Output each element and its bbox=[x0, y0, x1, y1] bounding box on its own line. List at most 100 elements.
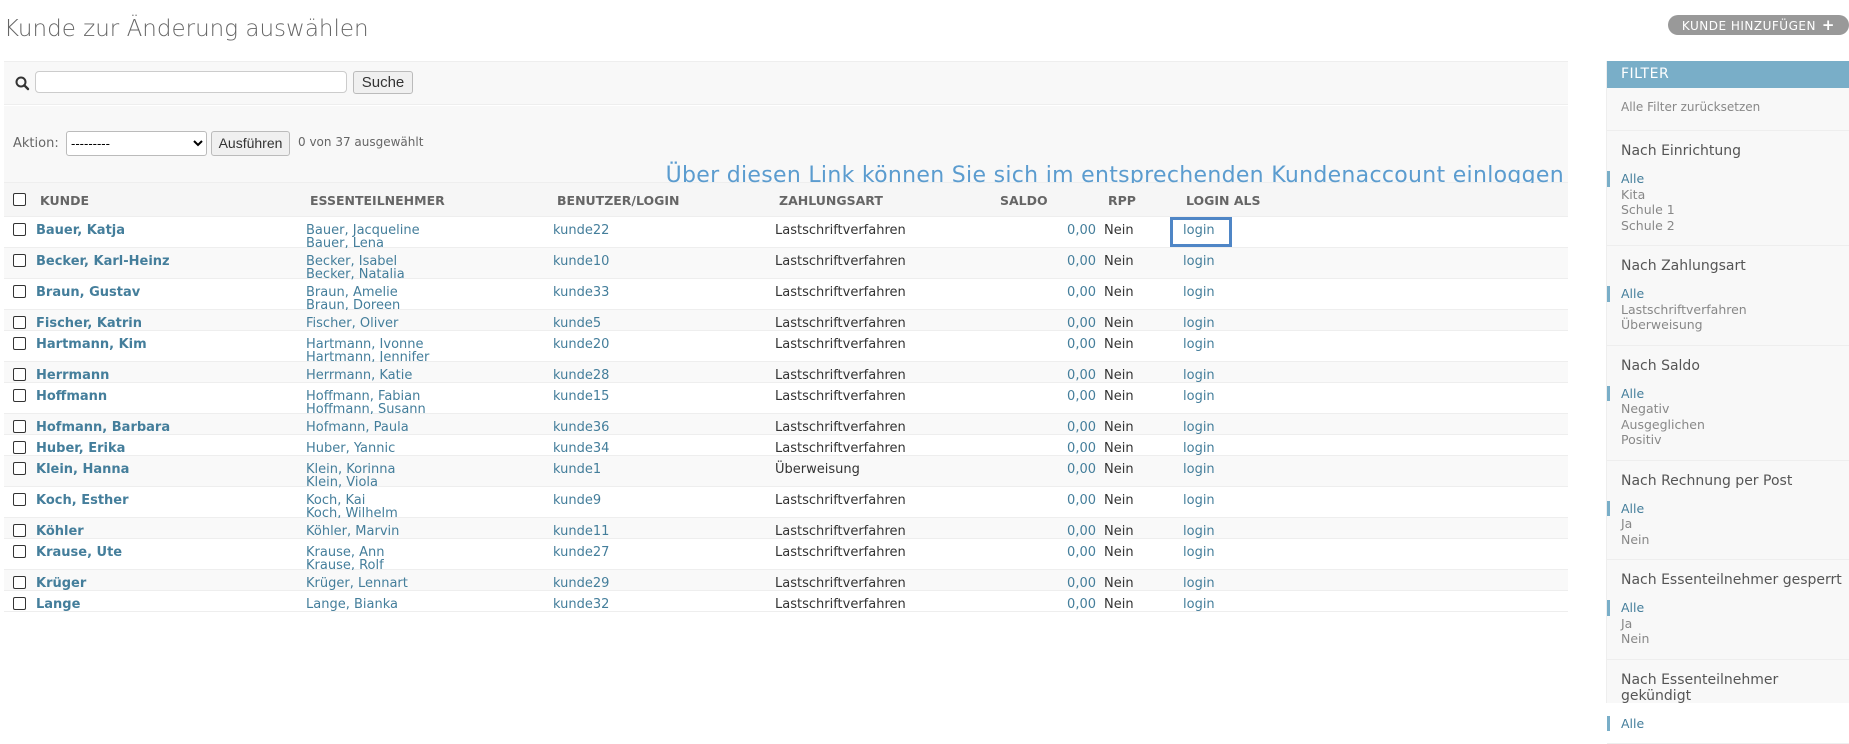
saldo-link[interactable]: 0,00 bbox=[1044, 494, 1096, 507]
saldo-link[interactable]: 0,00 bbox=[1044, 546, 1096, 559]
kunde-link[interactable]: Lange bbox=[36, 598, 80, 611]
saldo-link[interactable]: 0,00 bbox=[1044, 286, 1096, 299]
login-als-link[interactable]: login bbox=[1183, 338, 1215, 351]
row-checkbox[interactable] bbox=[13, 545, 26, 558]
benutzer-link[interactable]: kunde5 bbox=[553, 317, 601, 330]
kunde-link[interactable]: Becker, Karl-Heinz bbox=[36, 255, 170, 268]
kunde-link[interactable]: Huber, Erika bbox=[36, 442, 125, 455]
benutzer-link[interactable]: kunde22 bbox=[553, 224, 609, 237]
filter-option[interactable]: Nein bbox=[1607, 631, 1849, 647]
filter-option[interactable]: Alle bbox=[1607, 386, 1849, 402]
row-checkbox[interactable] bbox=[13, 493, 26, 506]
essenteilnehmer-link[interactable]: Krüger, Lennart bbox=[306, 577, 408, 590]
reset-filters-link[interactable]: Alle Filter zurücksetzen bbox=[1607, 88, 1849, 131]
kunde-link[interactable]: Köhler bbox=[36, 525, 84, 538]
benutzer-link[interactable]: kunde11 bbox=[553, 525, 609, 538]
benutzer-link[interactable]: kunde1 bbox=[553, 463, 601, 476]
kunde-link[interactable]: Hoffmann bbox=[36, 390, 107, 403]
filter-option[interactable]: Alle bbox=[1607, 286, 1849, 302]
filter-option[interactable]: Alle bbox=[1607, 501, 1849, 517]
login-als-link[interactable]: login bbox=[1183, 525, 1215, 538]
header-rpp[interactable]: RPP bbox=[1108, 193, 1136, 208]
saldo-link[interactable]: 0,00 bbox=[1044, 390, 1096, 403]
login-als-link[interactable]: login bbox=[1183, 421, 1215, 434]
saldo-link[interactable]: 0,00 bbox=[1044, 442, 1096, 455]
essenteilnehmer-link[interactable]: Köhler, Marvin bbox=[306, 525, 399, 538]
filter-option[interactable]: Schule 1 bbox=[1607, 202, 1849, 218]
kunde-link[interactable]: Krause, Ute bbox=[36, 546, 122, 559]
kunde-link[interactable]: Koch, Esther bbox=[36, 494, 129, 507]
essenteilnehmer-link[interactable]: Hofmann, Paula bbox=[306, 421, 409, 434]
select-all-checkbox[interactable] bbox=[13, 193, 26, 206]
filter-option[interactable]: Nein bbox=[1607, 532, 1849, 548]
action-select[interactable]: --------- bbox=[66, 131, 207, 156]
row-checkbox[interactable] bbox=[13, 316, 26, 329]
kunde-link[interactable]: Krüger bbox=[36, 577, 86, 590]
header-kunde[interactable]: KUNDE bbox=[40, 193, 89, 208]
login-als-link[interactable]: login bbox=[1183, 369, 1215, 382]
kunde-link[interactable]: Braun, Gustav bbox=[36, 286, 140, 299]
kunde-link[interactable]: Herrmann bbox=[36, 369, 109, 382]
search-button[interactable]: Suche bbox=[353, 71, 413, 94]
saldo-link[interactable]: 0,00 bbox=[1044, 338, 1096, 351]
filter-option[interactable]: Positiv bbox=[1607, 432, 1849, 448]
filter-option[interactable]: Alle bbox=[1607, 171, 1849, 187]
saldo-link[interactable]: 0,00 bbox=[1044, 421, 1096, 434]
benutzer-link[interactable]: kunde29 bbox=[553, 577, 609, 590]
saldo-link[interactable]: 0,00 bbox=[1044, 255, 1096, 268]
essenteilnehmer-link[interactable]: Lange, Bianka bbox=[306, 598, 398, 611]
benutzer-link[interactable]: kunde34 bbox=[553, 442, 609, 455]
login-als-link[interactable]: login bbox=[1183, 577, 1215, 590]
kunde-link[interactable]: Klein, Hanna bbox=[36, 463, 129, 476]
kunde-link[interactable]: Hofmann, Barbara bbox=[36, 421, 170, 434]
row-checkbox[interactable] bbox=[13, 368, 26, 381]
login-als-link[interactable]: login bbox=[1183, 255, 1215, 268]
add-customer-button[interactable]: KUNDE HINZUFÜGEN+ bbox=[1668, 15, 1849, 35]
login-als-link[interactable]: login bbox=[1183, 598, 1215, 611]
row-checkbox[interactable] bbox=[13, 576, 26, 589]
login-als-link[interactable]: login bbox=[1183, 390, 1215, 403]
row-checkbox[interactable] bbox=[13, 285, 26, 298]
filter-option[interactable]: Schule 2 bbox=[1607, 218, 1849, 234]
run-action-button[interactable]: Ausführen bbox=[211, 131, 290, 156]
filter-option[interactable]: Kita bbox=[1607, 187, 1849, 203]
header-essenteilnehmer[interactable]: ESSENTEILNEHMER bbox=[310, 193, 445, 208]
row-checkbox[interactable] bbox=[13, 420, 26, 433]
filter-option[interactable]: Ja bbox=[1607, 616, 1849, 632]
row-checkbox[interactable] bbox=[13, 389, 26, 402]
login-als-link[interactable]: login bbox=[1183, 317, 1215, 330]
header-login[interactable]: BENUTZER/LOGIN bbox=[557, 193, 680, 208]
row-checkbox[interactable] bbox=[13, 462, 26, 475]
filter-option[interactable]: Ausgeglichen bbox=[1607, 417, 1849, 433]
benutzer-link[interactable]: kunde28 bbox=[553, 369, 609, 382]
login-als-link[interactable]: login bbox=[1183, 442, 1215, 455]
benutzer-link[interactable]: kunde20 bbox=[553, 338, 609, 351]
saldo-link[interactable]: 0,00 bbox=[1044, 317, 1096, 330]
saldo-link[interactable]: 0,00 bbox=[1044, 463, 1096, 476]
filter-option[interactable]: Ja bbox=[1607, 516, 1849, 532]
login-als-link[interactable]: login bbox=[1183, 463, 1215, 476]
saldo-link[interactable]: 0,00 bbox=[1044, 577, 1096, 590]
essenteilnehmer-link[interactable]: Herrmann, Katie bbox=[306, 369, 412, 382]
row-checkbox[interactable] bbox=[13, 441, 26, 454]
benutzer-link[interactable]: kunde15 bbox=[553, 390, 609, 403]
row-checkbox[interactable] bbox=[13, 254, 26, 267]
filter-option[interactable]: Negativ bbox=[1607, 401, 1849, 417]
login-als-link[interactable]: login bbox=[1183, 494, 1215, 507]
row-checkbox[interactable] bbox=[13, 524, 26, 537]
kunde-link[interactable]: Bauer, Katja bbox=[36, 224, 125, 237]
kunde-link[interactable]: Fischer, Katrin bbox=[36, 317, 142, 330]
row-checkbox[interactable] bbox=[13, 223, 26, 236]
filter-option[interactable]: Überweisung bbox=[1607, 317, 1849, 333]
filter-option[interactable]: Lastschriftverfahren bbox=[1607, 302, 1849, 318]
saldo-link[interactable]: 0,00 bbox=[1044, 369, 1096, 382]
benutzer-link[interactable]: kunde32 bbox=[553, 598, 609, 611]
search-input[interactable] bbox=[35, 71, 347, 93]
saldo-link[interactable]: 0,00 bbox=[1044, 525, 1096, 538]
benutzer-link[interactable]: kunde10 bbox=[553, 255, 609, 268]
login-als-link[interactable]: login bbox=[1183, 546, 1215, 559]
saldo-link[interactable]: 0,00 bbox=[1044, 224, 1096, 237]
benutzer-link[interactable]: kunde36 bbox=[553, 421, 609, 434]
row-checkbox[interactable] bbox=[13, 597, 26, 610]
benutzer-link[interactable]: kunde9 bbox=[553, 494, 601, 507]
